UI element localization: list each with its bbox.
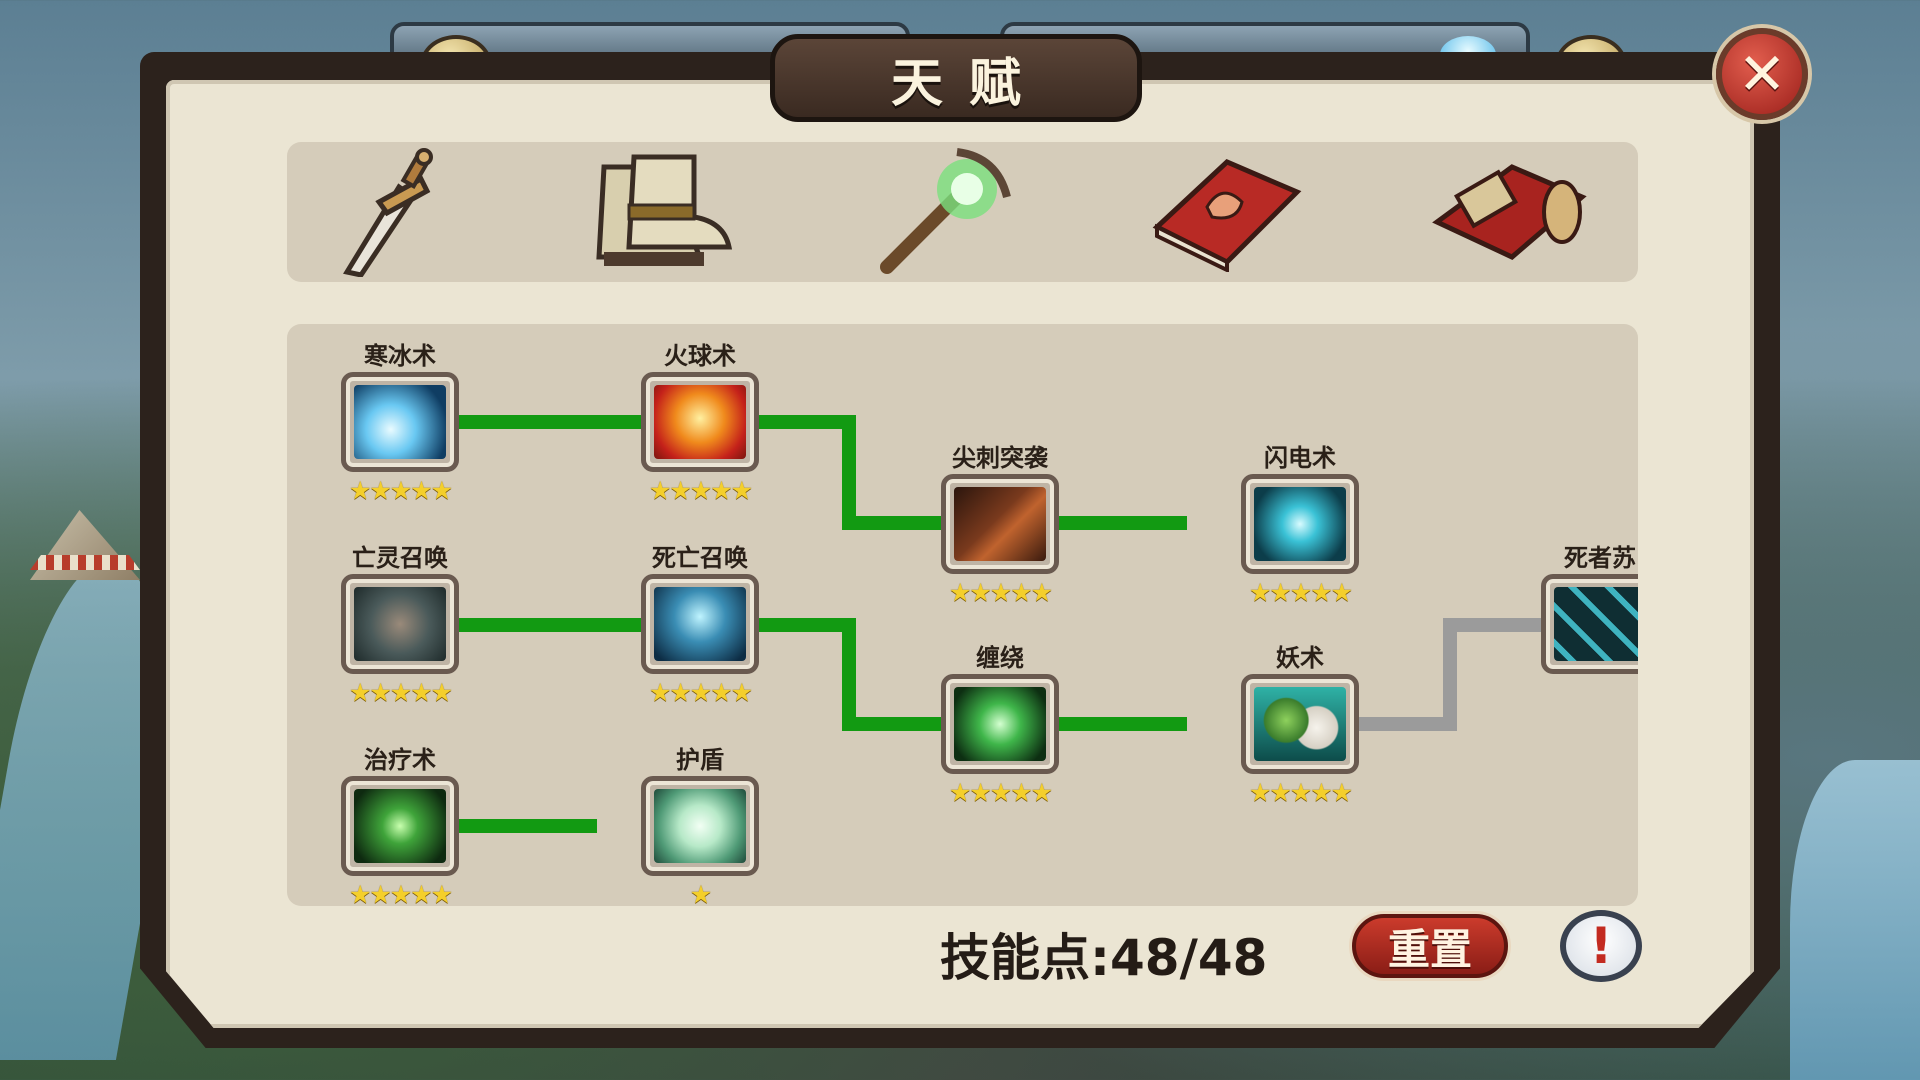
talent-category-tabs xyxy=(287,142,1638,282)
ice-shard-icon xyxy=(341,372,459,472)
skill-label: 亡灵召唤 xyxy=(352,544,448,572)
skill-label: 火球术 xyxy=(664,342,736,370)
skill-stars: ★★★★★ xyxy=(948,578,1053,607)
skill-tree: 寒冰术 ★★★★★ 火球术 ★★★★★ 尖刺突袭 ★★★★★ 闪电术 ★★★★★… xyxy=(287,324,1638,906)
death-summon-icon xyxy=(641,574,759,674)
window-title-plate: 天赋 xyxy=(705,34,1207,122)
entangle-icon xyxy=(941,674,1059,774)
lightning-icon xyxy=(1241,474,1359,574)
close-button[interactable]: ✕ xyxy=(1716,28,1808,120)
skill-stars: ★★★★★ xyxy=(348,880,453,906)
undead-summon-icon xyxy=(341,574,459,674)
boots-icon xyxy=(596,154,733,266)
background-tent-stripe xyxy=(30,555,140,570)
background-river-right xyxy=(1790,760,1920,1080)
skill-label: 死者苏 xyxy=(1564,544,1636,572)
skill-label: 寒冰术 xyxy=(364,342,436,370)
hex-icon xyxy=(1241,674,1359,774)
skill-label: 妖术 xyxy=(1276,644,1324,672)
tab-boots[interactable] xyxy=(569,150,739,274)
spell-book-icon xyxy=(1432,164,1587,260)
shield-icon xyxy=(641,776,759,876)
skill-label: 护盾 xyxy=(676,746,724,774)
strength-book-icon xyxy=(1152,159,1302,272)
skill-stars: ★ xyxy=(689,880,712,906)
reset-button-label: 重置 xyxy=(1387,924,1472,974)
skill-label: 治疗术 xyxy=(364,746,436,774)
skill-links xyxy=(397,415,1547,833)
skill-label: 缠绕 xyxy=(976,644,1024,672)
locked-chain-icon xyxy=(1541,574,1638,674)
magic-staff-icon xyxy=(880,148,1011,274)
tab-staff[interactable] xyxy=(857,148,1027,274)
skill-stars: ★★★★★ xyxy=(648,678,753,707)
info-button[interactable]: ! xyxy=(1560,910,1642,982)
heal-icon xyxy=(341,776,459,876)
tab-strength-book[interactable] xyxy=(1142,150,1312,274)
skill-points-label: 技能点:48/48 xyxy=(940,929,1268,987)
skill-stars: ★★★★★ xyxy=(1248,778,1353,807)
skill-stars: ★★★★★ xyxy=(648,476,753,505)
sword-icon xyxy=(343,148,433,277)
fireball-icon xyxy=(641,372,759,472)
spike-icon xyxy=(941,474,1059,574)
tab-sword[interactable] xyxy=(299,148,469,277)
skill-label: 闪电术 xyxy=(1264,444,1336,472)
window-title: 天赋 xyxy=(890,53,1047,114)
exclamation-icon: ! xyxy=(1589,917,1613,975)
close-icon: ✕ xyxy=(1737,40,1787,108)
skill-stars: ★★★★★ xyxy=(348,678,453,707)
tab-spell-book[interactable] xyxy=(1422,150,1592,274)
skill-stars: ★★★★★ xyxy=(1248,578,1353,607)
skill-label: 死亡召唤 xyxy=(652,544,748,572)
skill-stars: ★★★★★ xyxy=(348,476,453,505)
skill-label: 尖刺突袭 xyxy=(952,444,1048,472)
skill-stars: ★★★★★ xyxy=(948,778,1053,807)
reset-button[interactable]: 重置 xyxy=(1352,914,1508,978)
